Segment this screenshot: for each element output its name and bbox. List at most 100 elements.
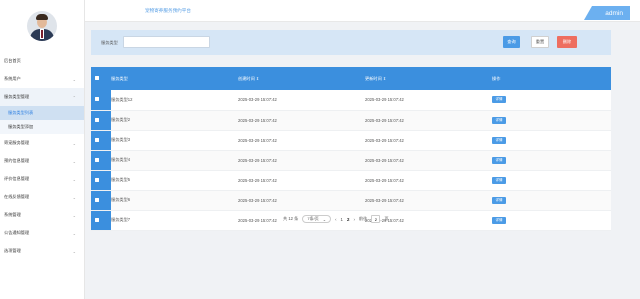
sidebar-item-label: 系统用户 — [4, 76, 21, 81]
sidebar-item-label: 公告通知管理 — [4, 230, 30, 235]
sidebar-item-label: 后台首页 — [4, 58, 21, 63]
table-row: 服务类型4 2025-03-29 15:07:42 2025-03-29 15:07… — [91, 150, 611, 171]
cell-created-time: 2025-03-29 15:07:42 — [238, 190, 365, 211]
table-row: 服务类型3 2025-03-29 15:07:42 2025-03-29 15:07… — [91, 130, 611, 151]
avatar[interactable] — [27, 11, 57, 41]
sidebar-item-service-type-add[interactable]: 服务类型添加 — [0, 120, 84, 134]
total-count: 共 12 条 — [283, 216, 299, 221]
goto-suffix: 页 — [384, 216, 389, 221]
cell-service-type: 服务类型2 — [111, 110, 238, 131]
row-checkbox[interactable] — [95, 157, 99, 162]
cell-service-type: 服务类型12 — [111, 90, 238, 111]
sidebar-item-announcements[interactable]: 公告通知管理 ⌄ — [0, 224, 84, 242]
row-checkbox[interactable] — [95, 117, 99, 122]
cell-updated-time: 2025-03-29 15:07:42 — [365, 90, 492, 111]
page-1-button[interactable]: 1 — [341, 217, 343, 222]
search-label: 服务类型 — [101, 40, 118, 45]
column-header-actions: 操作 — [492, 75, 501, 81]
cell-service-type: 服务类型3 — [111, 130, 238, 151]
row-checkbox[interactable] — [95, 97, 99, 102]
sidebar-item-label: 在线反馈管理 — [4, 194, 30, 199]
cell-updated-time: 2025-03-29 15:07:42 — [365, 110, 492, 131]
row-select-cell[interactable] — [91, 110, 111, 131]
cell-updated-time: 2025-03-29 15:07:42 — [365, 170, 492, 191]
chevron-down-icon: ⌄ — [72, 248, 76, 254]
table-body: 服务类型12 2025-03-29 15:07:42 2025-03-29 15:0… — [91, 90, 611, 231]
row-select-cell[interactable] — [91, 90, 111, 111]
sidebar-item-label: 服务类型添加 — [8, 124, 34, 129]
row-checkbox[interactable] — [95, 177, 99, 182]
cell-updated-time: 2025-03-29 15:07:42 — [365, 130, 492, 151]
sidebar-item-service-type-list[interactable]: 服务类型列表 — [0, 106, 84, 120]
goto-label: 前往 — [358, 216, 368, 221]
sidebar-item-system[interactable]: 系统管理 ⌄ — [0, 206, 84, 224]
sidebar-item-system-users[interactable]: 系统用户 ⌄ — [0, 70, 84, 88]
cell-actions: 详情 — [492, 110, 611, 131]
search-panel: 服务类型 查询 重置 删除 — [91, 30, 611, 55]
table-row: 服务类型5 2025-03-29 15:07:42 2025-03-29 15:07… — [91, 170, 611, 191]
next-page-button[interactable]: › — [353, 217, 354, 222]
detail-button[interactable]: 详情 — [492, 196, 506, 204]
cell-actions: 详情 — [492, 150, 611, 171]
username-label: admin — [605, 9, 623, 17]
service-type-search-input[interactable] — [123, 36, 210, 48]
row-select-cell[interactable] — [91, 170, 111, 191]
detail-button[interactable]: 详情 — [492, 176, 506, 184]
sidebar-item-boarding-service[interactable]: 寄宠服务管理 ⌄ — [0, 134, 84, 152]
cell-actions: 详情 — [492, 90, 611, 111]
table-row: 服务类型6 2025-03-29 15:07:42 2025-03-29 15:07… — [91, 190, 611, 211]
chevron-down-icon: ⌄ — [72, 158, 76, 164]
topbar: 宠物寄养服务预约平台 admin — [85, 0, 640, 22]
prev-page-button[interactable]: ‹ — [335, 217, 336, 222]
detail-button[interactable]: 详情 — [492, 96, 506, 104]
user-menu-button[interactable]: admin — [584, 6, 630, 20]
sidebar: 后台首页 系统用户 ⌄ 服务类型管理 ⌃ 服务类型列表 服务类型添加 寄宠服务管… — [0, 0, 85, 299]
sidebar-item-label: 选项管理 — [4, 248, 21, 253]
sidebar-item-label: 评价信息管理 — [4, 176, 30, 181]
reset-button[interactable]: 重置 — [531, 36, 549, 48]
row-select-cell[interactable] — [91, 130, 111, 151]
sidebar-item-label: 寄宠服务管理 — [4, 140, 30, 145]
sidebar-item-reviews[interactable]: 评价信息管理 ⌄ — [0, 170, 84, 188]
column-header-updated[interactable]: 更新时间 ⇕ — [365, 67, 492, 90]
detail-button[interactable]: 详情 — [492, 216, 506, 224]
search-button[interactable]: 查询 — [503, 36, 520, 48]
detail-button[interactable]: 详情 — [492, 116, 506, 124]
table-header-row: 服务类型 创建时间 ⇕ 更新时间 ⇕ 操作 — [91, 67, 611, 90]
page-size-select[interactable]: 7条/页 ⌄ — [302, 215, 332, 223]
row-select-cell[interactable] — [91, 190, 111, 211]
sidebar-item-appointments[interactable]: 预约信息管理 ⌄ — [0, 152, 84, 170]
row-checkbox[interactable] — [95, 217, 99, 222]
chevron-down-icon: ⌄ — [72, 76, 76, 82]
select-all-checkbox[interactable] — [95, 76, 99, 80]
sidebar-item-home[interactable]: 后台首页 — [0, 52, 84, 70]
sidebar-item-options[interactable]: 选项管理 ⌄ — [0, 242, 84, 260]
avatar-area — [0, 0, 84, 52]
page-2-button[interactable]: 2 — [347, 217, 349, 222]
delete-button[interactable]: 删除 — [557, 36, 577, 48]
select-all-cell[interactable] — [91, 67, 111, 90]
sidebar-item-label: 预约信息管理 — [4, 158, 30, 163]
data-table: 服务类型 创建时间 ⇕ 更新时间 ⇕ 操作 服务类型12 2025-03-29 1… — [91, 67, 611, 231]
column-header-type: 服务类型 — [111, 75, 128, 81]
cell-service-type: 服务类型6 — [111, 190, 238, 211]
page-size-value: 7条/页 — [307, 216, 319, 221]
cell-service-type: 服务类型5 — [111, 170, 238, 191]
chevron-down-icon: ⌄ — [72, 176, 76, 182]
row-checkbox[interactable] — [95, 197, 99, 202]
cell-service-type: 服务类型7 — [111, 210, 238, 231]
column-header-created[interactable]: 创建时间 ⇕ — [238, 67, 365, 90]
goto-page-input[interactable] — [371, 215, 381, 223]
detail-button[interactable]: 详情 — [492, 136, 506, 144]
row-select-cell[interactable] — [91, 150, 111, 171]
chevron-down-icon: ⌄ — [72, 230, 76, 236]
sidebar-item-service-type[interactable]: 服务类型管理 ⌃ — [0, 88, 84, 106]
chevron-down-icon: ⌄ — [72, 140, 76, 146]
row-select-cell[interactable] — [91, 210, 111, 231]
submenu-service-type: 服务类型列表 服务类型添加 — [0, 106, 84, 134]
cell-service-type: 服务类型4 — [111, 150, 238, 171]
sidebar-item-feedback[interactable]: 在线反馈管理 ⌄ — [0, 188, 84, 206]
detail-button[interactable]: 详情 — [492, 156, 506, 164]
row-checkbox[interactable] — [95, 137, 99, 142]
cell-actions: 详情 — [492, 190, 611, 211]
